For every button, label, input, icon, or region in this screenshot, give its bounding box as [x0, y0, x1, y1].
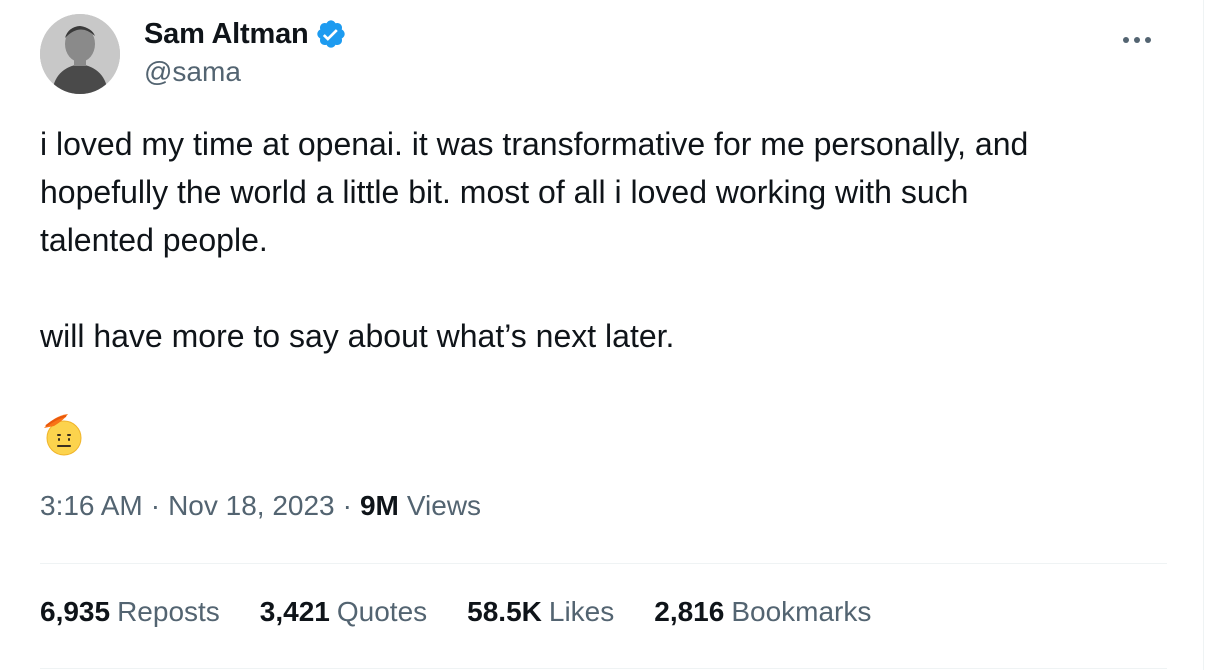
display-name-row: Sam Altman [144, 16, 347, 52]
reposts-stat[interactable]: 6,935 Reposts [40, 596, 220, 628]
meta-separator: · [150, 490, 161, 521]
more-horizontal-icon [1123, 37, 1151, 43]
quotes-count: 3,421 [259, 596, 330, 627]
tweet-header: Sam Altman @sama [40, 14, 1163, 96]
likes-label: Likes [548, 596, 615, 627]
likes-count: 58.5K [467, 596, 542, 627]
tweet-meta: 3:16 AM · Nov 18, 2023 · 9M Views [40, 490, 481, 522]
avatar[interactable] [40, 14, 120, 94]
tweet-date[interactable]: Nov 18, 2023 [168, 490, 335, 522]
reposts-count: 6,935 [40, 596, 111, 627]
tweet-text: i loved my time at openai. it was transf… [40, 126, 1029, 354]
verified-badge-icon[interactable] [315, 18, 347, 50]
author-identity: Sam Altman @sama [144, 16, 347, 88]
bookmarks-count: 2,816 [654, 596, 725, 627]
bookmarks-label: Bookmarks [731, 596, 872, 627]
tweet-time[interactable]: 3:16 AM [40, 490, 143, 522]
views-label: Views [406, 490, 482, 521]
engagement-stats: 6,935 Reposts 3,421 Quotes 58.5K Likes 2… [40, 596, 911, 628]
divider [40, 563, 1167, 564]
bookmarks-stat[interactable]: 2,816 Bookmarks [654, 596, 871, 628]
reposts-label: Reposts [117, 596, 220, 627]
tweet-card: Sam Altman @sama i loved my time at open… [0, 0, 1204, 670]
author-display-name[interactable]: Sam Altman [144, 18, 309, 51]
likes-stat[interactable]: 58.5K Likes [467, 596, 614, 628]
quotes-label: Quotes [336, 596, 428, 627]
views-count: 9M [359, 490, 399, 521]
quotes-stat[interactable]: 3,421 Quotes [260, 596, 427, 628]
meta-separator: · [342, 490, 352, 521]
more-options-button[interactable] [1113, 24, 1161, 56]
saluting-face-emoji [40, 412, 86, 458]
divider [40, 668, 1167, 669]
author-handle[interactable]: @sama [144, 56, 347, 88]
